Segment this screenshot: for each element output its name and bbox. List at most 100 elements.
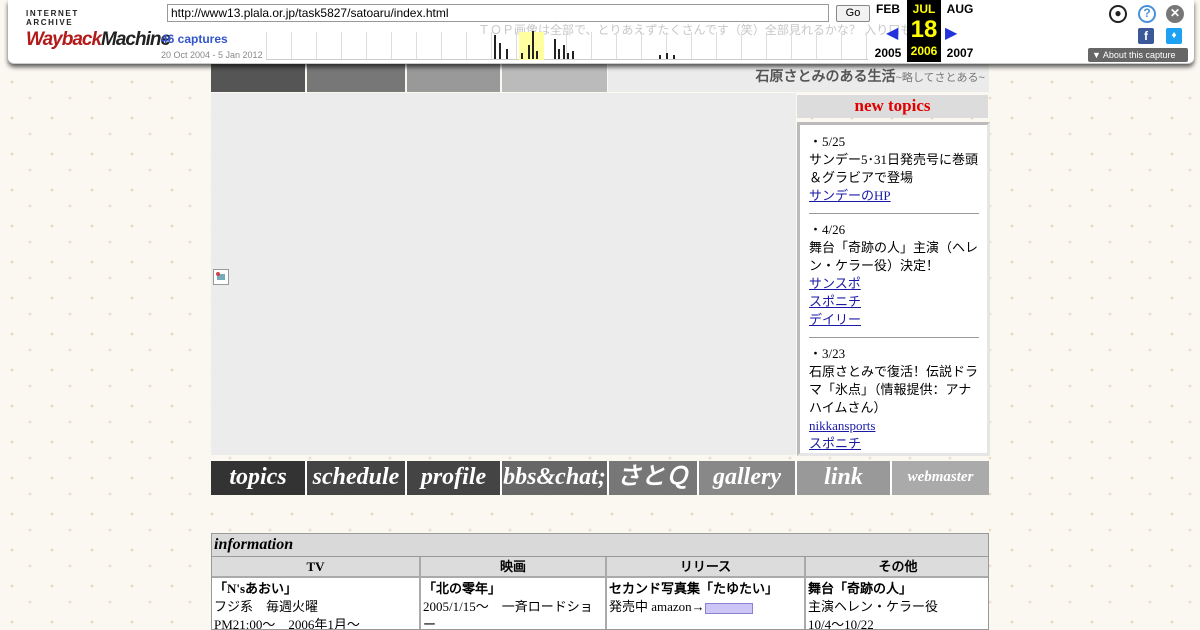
information-columns: TV 「N'sあおい」 フジ系 毎週火曜 PM21:00～ 2006年1月～ 映… xyxy=(212,557,988,630)
twitter-icon[interactable]: ♦ xyxy=(1166,28,1182,44)
header-tile xyxy=(502,62,607,92)
broken-image-icon[interactable] xyxy=(213,269,229,285)
item-title: 「N'sあおい」 xyxy=(214,581,298,596)
spark-bar xyxy=(563,45,565,59)
nav-sato-q[interactable]: さとＱ xyxy=(609,461,699,495)
topic-link[interactable]: スポニチ xyxy=(809,293,979,311)
nav-schedule[interactable]: schedule xyxy=(307,461,407,495)
spark-bar xyxy=(567,53,569,59)
new-topics-heading: new topics xyxy=(797,95,988,118)
topic-date: ・3/23 xyxy=(809,346,846,361)
item-title: 「北の零年」 xyxy=(423,581,502,596)
spark-bar xyxy=(499,43,501,59)
item-line: 10/4～10/22 xyxy=(808,617,874,630)
prev-year-label[interactable]: 2005 xyxy=(871,46,905,60)
site-subtitle: ~略してさとある~ xyxy=(895,72,985,84)
nav-profile[interactable]: profile xyxy=(407,461,502,495)
spark-bar xyxy=(673,55,675,59)
nav-webmaster[interactable]: webmaster xyxy=(892,461,989,495)
wayback-toolbar: INTERNET ARCHIVE WaybackMachine ＴＯＰ画像は全部… xyxy=(8,0,1194,64)
item-line: 発売中 amazon→ xyxy=(609,599,705,614)
spark-bar xyxy=(521,53,523,59)
about-capture-button[interactable]: ▼ About this capture xyxy=(1088,48,1188,62)
topic-date: ・5/25 xyxy=(809,134,846,149)
go-button[interactable]: Go xyxy=(836,5,870,22)
info-column-movie: 映画 「北の零年」 2005/1/15～ 一斉ロードショー xyxy=(421,557,607,630)
about-capture-label: About this capture xyxy=(1102,50,1176,60)
nav-topics[interactable]: topics xyxy=(211,461,307,495)
url-input[interactable]: http://www13.plala.or.jp/task5827/satoar… xyxy=(167,4,829,22)
spark-bar xyxy=(558,49,560,59)
spark-bar xyxy=(666,53,668,59)
logo-word-a: Wayback xyxy=(26,29,102,50)
topic-item: ・4/26 舞台「奇跡の人」主演（ヘレン・ケラー役）決定！ サンスポ スポニチ … xyxy=(809,221,979,338)
site-title: 石原さとみのある生活~略してさとある~ xyxy=(608,62,989,92)
column-body: セカンド写真集「たゆたい」 発売中 amazon→ xyxy=(607,578,804,618)
new-topics-scroll-box[interactable]: ・5/25 サンデー5･31日発売号に巻頭＆グラビアで登場 サンデーのHP ・4… xyxy=(797,122,990,456)
information-table: information TV 「N'sあおい」 フジ系 毎週火曜 PM21:00… xyxy=(211,533,989,630)
current-month: JUL xyxy=(912,2,936,16)
logo-wordmark: WaybackMachine xyxy=(26,29,171,51)
topic-link[interactable]: nikkansports xyxy=(809,417,979,435)
spark-bar xyxy=(659,55,661,59)
close-icon[interactable]: ✕ xyxy=(1166,5,1184,23)
current-day: 18 xyxy=(910,16,938,43)
spark-bar xyxy=(494,35,496,59)
logo-line1: INTERNET ARCHIVE xyxy=(26,9,79,27)
item-line: フジ系 毎週火曜 xyxy=(214,599,319,614)
site-title-text: 石原さとみのある生活 xyxy=(755,68,896,84)
item-line-wrap: 発売中 amazon→ xyxy=(609,598,802,616)
item-line: PM21:00～ 2006年1月～ xyxy=(214,617,360,630)
header-tile xyxy=(211,62,305,92)
item-title: 舞台「奇跡の人」 xyxy=(808,581,913,596)
info-column-other: その他 舞台「奇跡の人」 主演ヘレン・ケラー役 10/4～10/22 xyxy=(806,557,988,630)
prev-month-label[interactable]: FEB xyxy=(871,2,905,16)
column-body: 舞台「奇跡の人」 主演ヘレン・ケラー役 10/4～10/22 xyxy=(806,578,988,630)
next-year-label[interactable]: 2007 xyxy=(943,46,977,60)
capture-date-range: 20 Oct 2004 - 5 Jan 2012 xyxy=(161,50,263,60)
user-icon[interactable]: ● xyxy=(1109,5,1127,23)
column-header: リリース xyxy=(607,557,804,578)
spark-bar xyxy=(532,31,534,59)
header-tile xyxy=(407,62,500,92)
nav-bbs-chat[interactable]: bbs&chat; xyxy=(502,461,609,495)
wayback-logo[interactable]: INTERNET ARCHIVE WaybackMachine xyxy=(26,9,171,51)
current-capture-date: JUL 18 2006 xyxy=(907,0,941,62)
captures-link[interactable]: 46 captures xyxy=(161,32,228,46)
item-title: セカンド写真集「たゆたい」 xyxy=(609,581,779,596)
main-navigation: topics schedule profile bbs&chat; さとＱ ga… xyxy=(211,461,989,495)
item-line: 主演ヘレン・ケラー役 xyxy=(808,599,939,614)
amazon-banner-icon[interactable] xyxy=(704,602,753,614)
topic-text: サンデー5･31日発売号に巻頭＆グラビアで登場 xyxy=(809,152,979,185)
information-heading: information xyxy=(212,534,988,557)
item-line: 2005/1/15～ 一斉ロードショー xyxy=(423,599,593,630)
spark-bar xyxy=(536,51,538,59)
nav-gallery[interactable]: gallery xyxy=(699,461,797,495)
topic-text: 石原さとみで復活！伝説ドラマ「氷点」（情報提供：アナハイムさん） xyxy=(809,364,979,415)
spark-bar xyxy=(572,51,574,59)
logo-word-b: Machine xyxy=(101,29,171,50)
topic-link[interactable]: デイリー xyxy=(809,311,979,329)
topic-text: 舞台「奇跡の人」主演（ヘレン・ケラー役）決定！ xyxy=(809,240,979,273)
spark-bar xyxy=(528,45,530,59)
capture-sparkline[interactable] xyxy=(266,31,868,60)
info-column-tv: TV 「N'sあおい」 フジ系 毎週火曜 PM21:00～ 2006年1月～ xyxy=(212,557,421,630)
next-capture-arrow-icon[interactable]: ▶ xyxy=(945,23,957,43)
help-icon[interactable]: ? xyxy=(1138,5,1156,23)
spark-bar xyxy=(554,39,556,59)
nav-link[interactable]: link xyxy=(797,461,892,495)
column-header: TV xyxy=(212,557,419,578)
prev-capture-arrow-icon[interactable]: ◀ xyxy=(886,23,898,43)
chevron-down-icon: ▼ xyxy=(1092,50,1103,60)
facebook-icon[interactable]: f xyxy=(1138,28,1154,44)
column-header: 映画 xyxy=(421,557,605,578)
column-body: 「北の零年」 2005/1/15～ 一斉ロードショー xyxy=(421,578,605,630)
topic-item: ・5/25 サンデー5･31日発売号に巻頭＆グラビアで登場 サンデーのHP xyxy=(809,133,979,214)
column-body: 「N'sあおい」 フジ系 毎週火曜 PM21:00～ 2006年1月～ xyxy=(212,578,419,630)
topic-link[interactable]: サンデーのHP xyxy=(809,187,979,205)
main-image-area xyxy=(211,93,796,455)
topic-link[interactable]: スポニチ xyxy=(809,435,979,453)
next-month-label[interactable]: AUG xyxy=(943,2,977,16)
topic-link[interactable]: サンスポ xyxy=(809,275,979,293)
spark-bar xyxy=(506,49,508,59)
